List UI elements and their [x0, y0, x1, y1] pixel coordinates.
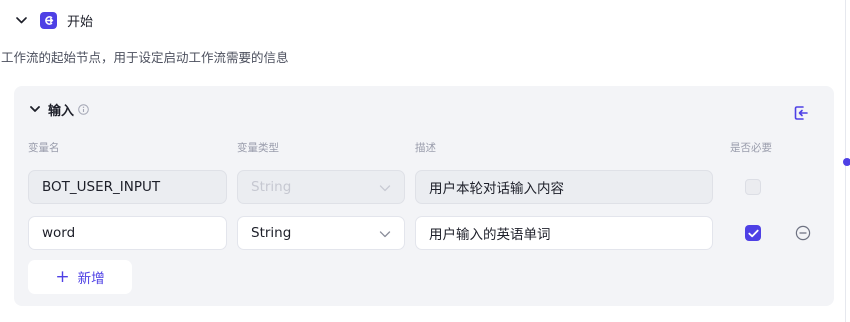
start-node-panel: 开始 工作流的起始节点，用于设定启动工作流需要的信息 输入 变量名 变量类型 描… [0, 0, 846, 322]
required-checkbox[interactable] [745, 225, 761, 241]
input-section-header: 输入 [28, 100, 89, 119]
variable-description-field: 用户本轮对话输入内容 [415, 170, 713, 204]
variable-name-input[interactable]: word [28, 216, 227, 250]
chevron-down-icon[interactable] [28, 103, 42, 117]
variable-description-value: 用户输入的英语单词 [429, 227, 551, 243]
connection-port[interactable] [843, 158, 850, 166]
input-section: 输入 变量名 变量类型 描述 是否必要 BOT_USER_INPUT Strin… [14, 86, 834, 306]
remove-variable-icon[interactable] [795, 225, 811, 241]
variable-description-value: 用户本轮对话输入内容 [429, 181, 564, 197]
variable-type-select: String [237, 170, 405, 204]
import-variable-icon[interactable] [792, 104, 810, 122]
chevron-down-icon [378, 181, 392, 195]
info-icon[interactable] [78, 104, 89, 115]
variable-type-value: String [251, 179, 292, 195]
node-title: 开始 [67, 14, 94, 30]
column-header-name: 变量名 [28, 142, 60, 154]
start-node-icon [40, 11, 57, 29]
variable-description-input[interactable]: 用户输入的英语单词 [415, 216, 713, 250]
column-header-required: 是否必要 [730, 142, 772, 154]
node-description: 工作流的起始节点，用于设定启动工作流需要的信息 [1, 50, 289, 65]
add-variable-button[interactable]: + 新增 [28, 260, 132, 294]
variable-name-field: BOT_USER_INPUT [28, 170, 227, 204]
variable-type-select[interactable]: String [237, 216, 405, 250]
variable-type-value: String [251, 225, 292, 241]
variable-name-value: BOT_USER_INPUT [42, 179, 161, 195]
column-header-type: 变量类型 [237, 142, 279, 154]
column-header-description: 描述 [415, 142, 436, 154]
input-section-title: 输入 [48, 104, 75, 119]
variable-name-value: word [42, 225, 76, 241]
node-header: 开始 [14, 10, 93, 30]
add-variable-label: 新增 [77, 271, 105, 287]
chevron-down-icon[interactable] [14, 13, 28, 27]
required-checkbox [745, 179, 761, 195]
chevron-down-icon [378, 227, 392, 241]
plus-icon: + [55, 266, 70, 287]
